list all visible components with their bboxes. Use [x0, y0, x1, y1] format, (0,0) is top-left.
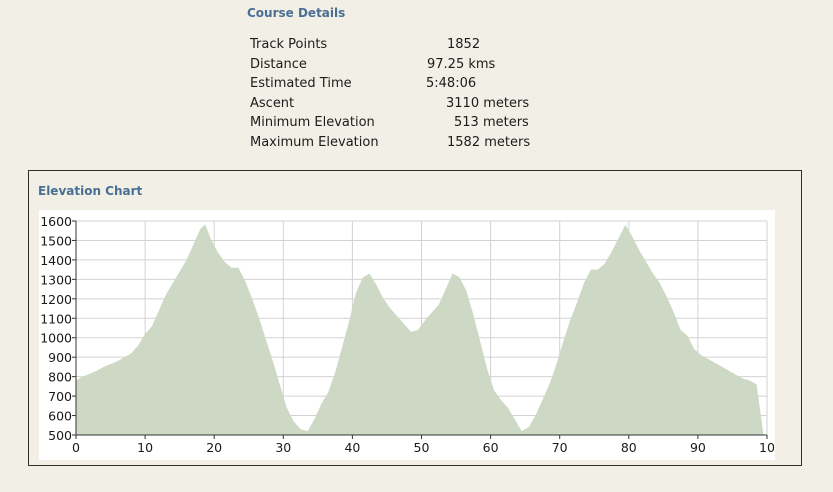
- y-tick-label: 1400: [40, 253, 72, 268]
- detail-row-ascent: Ascent 3110 meters: [250, 96, 540, 116]
- detail-label: Maximum Elevation: [250, 134, 379, 150]
- detail-value: 3110 meters: [446, 95, 530, 111]
- x-tick-label: 70: [552, 440, 568, 455]
- detail-value: 5:48:06: [426, 76, 477, 92]
- detail-row-track-points: Track Points 1852: [250, 37, 540, 57]
- detail-label: Estimated Time: [250, 76, 352, 92]
- y-tick-label: 800: [48, 370, 72, 385]
- x-tick-label: 40: [344, 440, 360, 455]
- y-tick-label: 500: [48, 428, 72, 443]
- course-details-title: Course Details: [247, 6, 346, 20]
- y-tick-label: 1500: [40, 233, 72, 248]
- detail-row-distance: Distance 97.25 kms: [250, 57, 540, 77]
- y-tick-label: 700: [48, 389, 72, 404]
- detail-value: 97.25 kms: [427, 56, 496, 72]
- y-tick-label: 1100: [40, 311, 72, 326]
- course-details-table: Track Points 1852 Distance 97.25 kms Est…: [250, 37, 540, 155]
- x-tick-label: 50: [414, 440, 430, 455]
- detail-label: Minimum Elevation: [250, 115, 375, 131]
- x-tick-label: 60: [483, 440, 499, 455]
- detail-value: 513 meters: [454, 115, 529, 131]
- y-tick-label: 900: [48, 350, 72, 365]
- x-tick-label: 10: [137, 440, 153, 455]
- elevation-chart-title: Elevation Chart: [38, 184, 143, 198]
- x-tick-label: 20: [206, 440, 222, 455]
- detail-label: Distance: [250, 56, 307, 72]
- detail-value: 1852: [447, 37, 481, 52]
- x-tick-label: 80: [621, 440, 637, 455]
- x-tick-label: 90: [690, 440, 706, 455]
- elevation-chart-panel: Elevation Chart 500 600 700 800 900 1000 1100 1…: [28, 170, 802, 466]
- y-tick-label: 1200: [40, 292, 72, 307]
- detail-label: Track Points: [250, 37, 328, 52]
- x-tick-label: 0: [72, 440, 80, 455]
- x-tick-label: 30: [275, 440, 291, 455]
- detail-value: 1582 meters: [447, 134, 531, 150]
- x-tick-label: 10: [759, 440, 775, 455]
- detail-row-estimated-time: Estimated Time 5:48:06: [250, 76, 540, 96]
- y-tick-label: 1000: [40, 331, 72, 346]
- detail-label: Ascent: [250, 95, 295, 111]
- y-tick-label: 1600: [40, 214, 72, 229]
- elevation-chart: 5006007008009001000110012001300140015001…: [39, 210, 775, 460]
- detail-row-maximum-elevation: Maximum Elevation 1582 meters: [250, 135, 540, 155]
- detail-row-minimum-elevation: Minimum Elevation 513 meters: [250, 115, 540, 135]
- y-tick-label: 600: [48, 409, 72, 424]
- y-tick-label: 1300: [40, 272, 72, 287]
